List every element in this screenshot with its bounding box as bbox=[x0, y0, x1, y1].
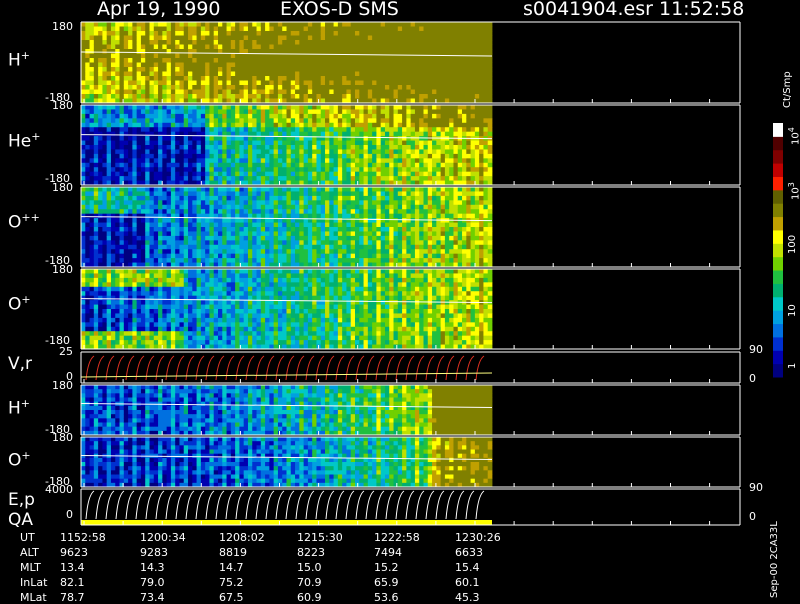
footer-value: 9623 bbox=[60, 547, 88, 558]
footer-value: 60.9 bbox=[297, 592, 322, 603]
colorbar-tick: 104 bbox=[788, 127, 800, 145]
panel-3 bbox=[81, 269, 740, 349]
footer-value: 1200:34 bbox=[140, 532, 186, 543]
ytick-top: 180 bbox=[52, 432, 73, 443]
panel-2 bbox=[81, 187, 740, 267]
panel-label-qa: QA bbox=[8, 512, 33, 529]
footer-value: 82.1 bbox=[60, 577, 85, 588]
footer-value: 8819 bbox=[219, 547, 247, 558]
footer-value: 73.4 bbox=[140, 592, 165, 603]
colorbar-swatch bbox=[773, 136, 783, 150]
panel-7 bbox=[81, 489, 740, 525]
footer-value: 1222:58 bbox=[374, 532, 420, 543]
colorbar-swatch bbox=[773, 150, 783, 164]
right-tick-bottom: 0 bbox=[749, 511, 756, 522]
right-tick-top: 90 bbox=[749, 482, 763, 493]
colorbar-swatch bbox=[773, 297, 783, 311]
colorbar-swatch bbox=[773, 123, 783, 137]
colorbar-tick: 103 bbox=[788, 182, 800, 200]
panel-4 bbox=[81, 352, 740, 383]
footer-value: 60.1 bbox=[455, 577, 480, 588]
ytick-top: 180 bbox=[52, 380, 73, 391]
footer-value: 67.5 bbox=[219, 592, 244, 603]
footer-value: 15.0 bbox=[297, 562, 322, 573]
footer-value: 78.7 bbox=[60, 592, 85, 603]
footer-value: 14.3 bbox=[140, 562, 165, 573]
colorbar-tick: 100 bbox=[788, 235, 798, 254]
footer-value: 1208:02 bbox=[219, 532, 265, 543]
panel-label-ep: E,p bbox=[8, 492, 35, 509]
footer-value: 14.7 bbox=[219, 562, 244, 573]
footer-value: 1152:58 bbox=[60, 532, 106, 543]
panel-label-h-plus-2: H+ bbox=[8, 398, 30, 418]
colorbar-swatch bbox=[773, 350, 783, 364]
footer-value: 8223 bbox=[297, 547, 325, 558]
title-date: Apr 19, 1990 bbox=[97, 0, 221, 19]
spectrogram-figure bbox=[0, 0, 800, 600]
panel-label-vr: V,r bbox=[8, 356, 32, 373]
right-tick-top: 90 bbox=[749, 344, 763, 355]
panel-label-h-plus: H+ bbox=[8, 50, 30, 70]
right-tick-bottom: 0 bbox=[749, 373, 756, 384]
panel-label-o-plusplus: O++ bbox=[8, 212, 40, 232]
panel-label-o-plus-2: O+ bbox=[8, 450, 31, 470]
footer-value: 75.2 bbox=[219, 577, 244, 588]
panel-label-he-plus: He+ bbox=[8, 131, 40, 151]
panel-5 bbox=[81, 385, 740, 435]
ytick-bottom: 0 bbox=[66, 509, 73, 520]
footer-label-inlat: InLat bbox=[20, 577, 47, 588]
title-time: 11:52:58 bbox=[659, 0, 744, 19]
colorbar-swatch bbox=[773, 270, 783, 284]
colorbar bbox=[773, 123, 783, 378]
footer-value: 65.9 bbox=[374, 577, 399, 588]
ytick-top: 180 bbox=[52, 100, 73, 111]
footer-value: 79.0 bbox=[140, 577, 165, 588]
footer-value: 15.2 bbox=[374, 562, 399, 573]
colorbar-swatch bbox=[773, 324, 783, 338]
colorbar-unit: Ct/Smp bbox=[783, 71, 793, 108]
colorbar-swatch bbox=[773, 203, 783, 217]
colorbar-swatch bbox=[773, 230, 783, 244]
side-code-label: Sep-00 2CA33L bbox=[770, 521, 780, 598]
ytick-top: 180 bbox=[52, 264, 73, 275]
footer-value: 13.4 bbox=[60, 562, 85, 573]
footer-value: 7494 bbox=[374, 547, 402, 558]
footer-value: 70.9 bbox=[297, 577, 322, 588]
footer-value: 6633 bbox=[455, 547, 483, 558]
footer-label-alt: ALT bbox=[20, 547, 39, 558]
panels-layer bbox=[81, 22, 740, 525]
colorbar-swatch bbox=[773, 364, 783, 378]
panel-label-o-plus: O+ bbox=[8, 294, 31, 314]
colorbar-tick: 10 bbox=[788, 304, 798, 317]
ytick-top: 180 bbox=[52, 182, 73, 193]
footer-value: 1215:30 bbox=[297, 532, 343, 543]
colorbar-swatch bbox=[773, 243, 783, 257]
footer-value: 15.4 bbox=[455, 562, 480, 573]
colorbar-swatch bbox=[773, 310, 783, 324]
footer-label-mlt: MLT bbox=[20, 562, 41, 573]
colorbar-swatch bbox=[773, 163, 783, 177]
colorbar-swatch bbox=[773, 217, 783, 231]
colorbar-swatch bbox=[773, 176, 783, 190]
footer-label-ut: UT bbox=[20, 532, 35, 543]
footer-value: 53.6 bbox=[374, 592, 399, 603]
panel-0 bbox=[81, 22, 740, 103]
footer-value: 1230:26 bbox=[455, 532, 501, 543]
title-file: s0041904.esr bbox=[523, 0, 653, 19]
footer-value: 45.3 bbox=[455, 592, 480, 603]
footer-label-mlat: MLat bbox=[20, 592, 47, 603]
colorbar-swatch bbox=[773, 257, 783, 271]
ytick-top: 4000 bbox=[45, 484, 73, 495]
title-instrument: EXOS-D SMS bbox=[280, 0, 399, 19]
colorbar-swatch bbox=[773, 337, 783, 351]
colorbar-swatch bbox=[773, 283, 783, 297]
colorbar-tick: 1 bbox=[788, 363, 798, 369]
colorbar-swatch bbox=[773, 190, 783, 204]
ytick-top: 180 bbox=[52, 21, 73, 32]
footer-value: 9283 bbox=[140, 547, 168, 558]
ytick-top: 25 bbox=[59, 346, 73, 357]
panel-1 bbox=[81, 105, 740, 185]
panel-6 bbox=[81, 437, 740, 487]
